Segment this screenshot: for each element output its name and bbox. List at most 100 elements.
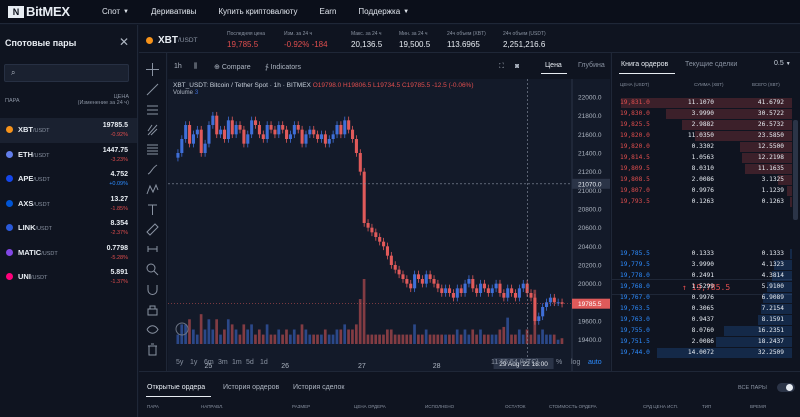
orders-column-header[interactable]: ПАРА bbox=[147, 404, 159, 409]
zoom-in-icon[interactable] bbox=[146, 263, 159, 276]
text-icon[interactable] bbox=[146, 203, 159, 216]
pair-row-xbt[interactable]: XBT/USDT 19785.5 -0.92% bbox=[0, 118, 137, 143]
fibonacci-icon[interactable] bbox=[146, 143, 159, 156]
measure-icon[interactable] bbox=[146, 243, 159, 256]
interval-button[interactable]: 1h bbox=[174, 63, 182, 70]
candle-body bbox=[254, 120, 258, 125]
orders-tab[interactable]: Открытые ордера bbox=[147, 384, 205, 391]
orders-column-header[interactable]: ТИП bbox=[702, 404, 711, 409]
lock-icon[interactable] bbox=[146, 303, 159, 316]
pair-row-link[interactable]: LINK/USDT 8.354 -2.37% bbox=[0, 216, 137, 241]
nav-spot[interactable]: Спот ▼ bbox=[102, 7, 129, 16]
brush-icon[interactable] bbox=[146, 163, 159, 176]
fullscreen-icon[interactable]: ⛶ bbox=[499, 63, 504, 71]
orders-column-header[interactable]: ОСТАТОК bbox=[505, 404, 526, 409]
tab-price[interactable]: Цена bbox=[545, 62, 562, 69]
bid-row[interactable]: 19,763.0 0.9437 8.1591 bbox=[612, 315, 792, 325]
pair-row-eth[interactable]: ETH/USDT 1447.75 -3.23% bbox=[0, 143, 137, 168]
orders-column-header[interactable]: РАЗМЕР bbox=[292, 404, 310, 409]
volume-bar bbox=[417, 334, 420, 344]
bitmex-logo[interactable]: N BitMEX bbox=[8, 4, 102, 19]
ruler-icon[interactable] bbox=[146, 223, 159, 236]
indicators-button[interactable]: ∱ Indicators bbox=[265, 63, 301, 71]
range-button-1d[interactable]: 1d bbox=[260, 359, 268, 366]
range-button-1m[interactable]: 1m bbox=[232, 359, 242, 366]
orders-tab[interactable]: История ордеров bbox=[223, 384, 279, 391]
price-chart[interactable]: 22000.0 21800.0 21600.0 21400.0 21200.0 21000… bbox=[168, 79, 610, 371]
bid-row[interactable]: 19,763.5 0.3065 7.2154 bbox=[612, 304, 792, 314]
col-price-header[interactable]: ЦЕНА (Изменение за 24 ч) bbox=[78, 94, 129, 106]
ask-row[interactable]: 19,831.0 11.1070 41.6792 bbox=[612, 98, 792, 108]
tab-depth[interactable]: Глубина bbox=[578, 62, 605, 69]
ask-row[interactable]: 19,807.0 0.9976 1.1239 bbox=[612, 186, 792, 196]
auto-scale-toggle[interactable]: auto bbox=[588, 359, 602, 366]
range-button-5y[interactable]: 5y bbox=[176, 359, 183, 366]
pattern-icon[interactable] bbox=[146, 183, 159, 196]
orders-tab[interactable]: История сделок bbox=[293, 384, 344, 391]
candle-body bbox=[463, 283, 467, 293]
pair-row-matic[interactable]: MATIC/USDT 0.7798 -5.28% bbox=[0, 241, 137, 266]
range-button-3m[interactable]: 3m bbox=[218, 359, 228, 366]
camera-icon[interactable]: ◙ bbox=[515, 63, 519, 70]
symbol-selector[interactable]: XBT/USDT bbox=[146, 35, 198, 46]
magnet-icon[interactable] bbox=[146, 283, 159, 296]
nav-support[interactable]: Поддержка ▼ bbox=[358, 7, 409, 16]
bid-row[interactable]: 19,751.5 2.0086 18.2437 bbox=[612, 337, 792, 347]
col-pair-header[interactable]: ПАРА bbox=[5, 98, 20, 104]
tab-order-book[interactable]: Книга ордеров bbox=[621, 61, 668, 68]
pair-row-uni[interactable]: UNI/USDT 5.891 -1.37% bbox=[0, 265, 137, 290]
ask-row[interactable]: 19,809.5 8.0310 11.1635 bbox=[612, 164, 792, 174]
bid-row[interactable]: 19,768.0 1.5299 5.9100 bbox=[612, 282, 792, 292]
compare-button[interactable]: ⊕ Compare bbox=[214, 63, 251, 71]
crosshair-icon[interactable] bbox=[146, 63, 159, 76]
candle-body bbox=[444, 288, 448, 293]
close-icon[interactable]: ✕ bbox=[119, 35, 129, 49]
all-pairs-toggle[interactable] bbox=[777, 383, 795, 392]
ask-row[interactable]: 19,820.0 11.0350 23.5850 bbox=[612, 131, 792, 141]
pitchfork-icon[interactable] bbox=[146, 123, 159, 136]
nav-earn[interactable]: Earn bbox=[320, 7, 337, 16]
horizontal-lines-icon[interactable] bbox=[146, 103, 159, 116]
orders-column-header[interactable]: НАПРАВЛ. bbox=[201, 404, 223, 409]
trend-line-icon[interactable] bbox=[146, 83, 159, 96]
nav-derivatives[interactable]: Деривативы bbox=[151, 7, 196, 16]
eye-icon[interactable] bbox=[146, 323, 159, 336]
range-button-6m[interactable]: 6m bbox=[204, 359, 214, 366]
candlestick-chart[interactable]: 22000.0 21800.0 21600.0 21400.0 21200.0 21000… bbox=[168, 79, 610, 371]
bid-row[interactable]: 19,744.0 14.0072 32.2509 bbox=[612, 348, 792, 358]
orders-column-header[interactable]: ИСПОЛНЕНО bbox=[425, 404, 454, 409]
ask-row[interactable]: 19,814.5 1.0563 12.2198 bbox=[612, 153, 792, 163]
ask-row[interactable]: 19,825.5 2.9882 26.5732 bbox=[612, 120, 792, 130]
bid-row[interactable]: 19,778.0 0.2491 4.3814 bbox=[612, 271, 792, 281]
ask-row[interactable]: 19,820.0 0.3302 12.5500 bbox=[612, 142, 792, 152]
volume-bar bbox=[374, 334, 378, 344]
orders-column-header[interactable]: СРД ЦЕНА ИСП. bbox=[643, 404, 678, 409]
ask-size: 3.9990 bbox=[691, 110, 714, 117]
percent-scale-toggle[interactable]: % bbox=[556, 359, 562, 366]
pair-search-input[interactable]: ⌕ bbox=[4, 64, 129, 82]
ask-row[interactable]: 19,808.5 2.0086 3.1325 bbox=[612, 175, 792, 185]
range-button-5d[interactable]: 5d bbox=[246, 359, 254, 366]
volume-bar bbox=[316, 334, 319, 344]
ask-row[interactable]: 19,830.0 3.9990 30.5722 bbox=[612, 109, 792, 119]
orders-column-header[interactable]: ЦЕНА ОРДЕРА bbox=[354, 404, 386, 409]
volume-bar bbox=[195, 334, 199, 344]
range-button-1y[interactable]: 1y bbox=[190, 359, 197, 366]
y-tick-label: 21600.0 bbox=[578, 132, 602, 139]
pair-row-ape[interactable]: APE/USDT 4.752 +0.09% bbox=[0, 167, 137, 192]
bid-row[interactable]: 19,755.0 8.0760 16.2351 bbox=[612, 326, 792, 336]
nav-buy-crypto[interactable]: Купить криптовалюту bbox=[218, 7, 297, 16]
bid-row[interactable]: 19,785.5 0.1333 0.1333 bbox=[612, 249, 792, 259]
order-book-scrollbar[interactable] bbox=[793, 120, 798, 220]
trash-icon[interactable] bbox=[146, 343, 159, 356]
orders-column-header[interactable]: СТОИМОСТЬ ОРДЕРА bbox=[549, 404, 597, 409]
orders-column-header[interactable]: ВРЕМЯ bbox=[750, 404, 766, 409]
log-scale-toggle[interactable]: log bbox=[571, 359, 580, 366]
precision-select[interactable]: 0.5 ▼ bbox=[774, 60, 791, 67]
candle-style-icon[interactable]: ⫼ bbox=[194, 63, 197, 71]
bid-row[interactable]: 19,767.0 0.9976 6.9089 bbox=[612, 293, 792, 303]
ask-row[interactable]: 19,793.5 0.1263 0.1263 bbox=[612, 197, 792, 207]
pair-row-axs[interactable]: AXS/USDT 13.27 -1.85% bbox=[0, 192, 137, 217]
tab-recent-trades[interactable]: Текущие сделки bbox=[685, 61, 737, 68]
bid-row[interactable]: 19,779.5 3.9990 4.1323 bbox=[612, 260, 792, 270]
